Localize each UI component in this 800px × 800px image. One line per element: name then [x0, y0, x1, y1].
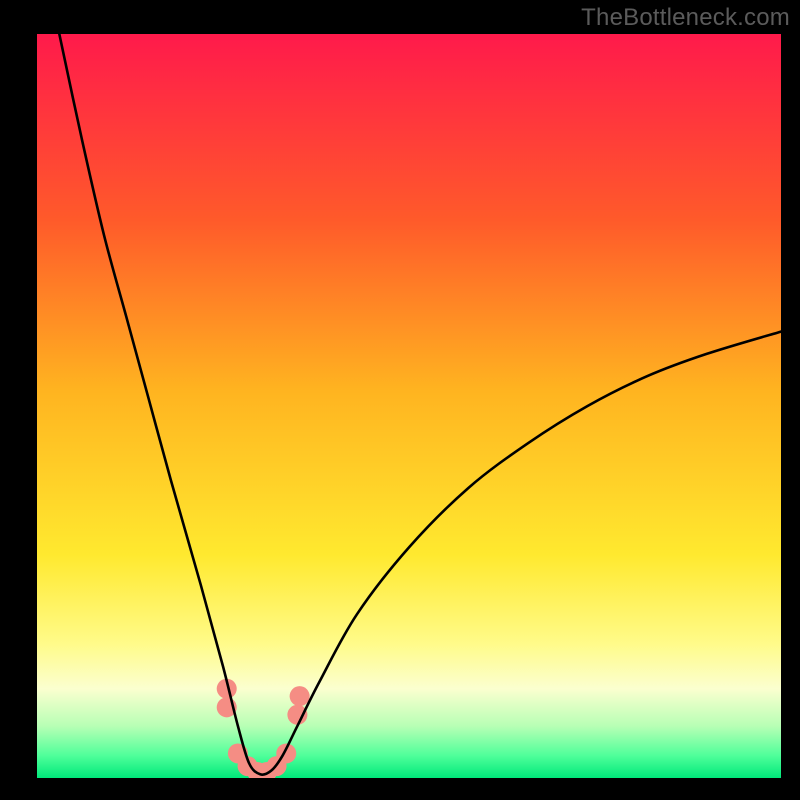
trough-marker-dot: [287, 705, 307, 725]
bottleneck-chart: [0, 0, 800, 800]
watermark-text: TheBottleneck.com: [581, 4, 790, 32]
chart-stage: TheBottleneck.com: [0, 0, 800, 800]
plot-background: [37, 34, 781, 778]
trough-marker-dot: [290, 686, 310, 706]
